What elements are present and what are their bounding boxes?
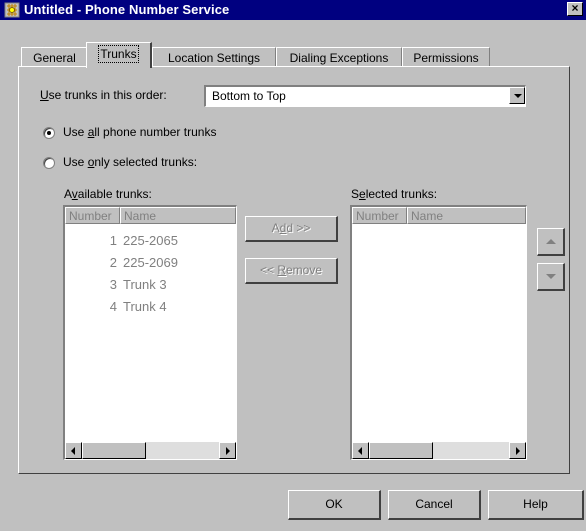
ok-button[interactable]: OK (288, 490, 381, 520)
tab-location-settings[interactable]: Location Settings (152, 47, 276, 67)
dropdown-button[interactable] (509, 87, 525, 104)
horizontal-scrollbar[interactable] (65, 442, 236, 459)
trunk-number: 2 (109, 255, 117, 270)
add-trunk-button[interactable]: Add >> (245, 216, 338, 242)
tab-label: Dialing Exceptions (289, 51, 389, 65)
radio-selected-dot (47, 131, 51, 135)
close-icon[interactable]: × (567, 2, 583, 16)
scroll-left-button[interactable] (65, 442, 82, 459)
window-title: Untitled - Phone Number Service (24, 2, 230, 17)
arrow-left-icon (71, 447, 75, 455)
list-item[interactable]: 4 Trunk 4 (65, 299, 236, 317)
move-down-button[interactable] (537, 263, 565, 291)
scroll-right-button[interactable] (219, 442, 236, 459)
help-button[interactable]: Help (488, 490, 584, 520)
column-header-number[interactable]: Number (65, 207, 120, 224)
tab-label: Permissions (413, 51, 479, 65)
tab-general[interactable]: General (21, 47, 88, 67)
tab-permissions[interactable]: Permissions (402, 47, 490, 67)
phone-service-icon (4, 2, 20, 18)
tab-label: Location Settings (167, 51, 261, 65)
trunk-number: 4 (109, 299, 117, 314)
remove-trunk-button[interactable]: << Remove (245, 258, 338, 284)
trunk-name: 225-2065 (123, 233, 178, 248)
trunk-order-label: Use trunks in this order: (40, 88, 167, 102)
list-item[interactable]: 3 Trunk 3 (65, 277, 236, 295)
available-trunks-label: Available trunks: (64, 187, 152, 201)
arrow-down-icon (546, 274, 556, 279)
arrow-right-icon (226, 447, 230, 455)
trunk-number: 1 (109, 233, 117, 248)
horizontal-scrollbar[interactable] (352, 442, 526, 459)
title-bar[interactable]: Untitled - Phone Number Service × (0, 0, 586, 20)
selected-trunks-label: Selected trunks: (351, 187, 438, 201)
use-selected-trunks-label[interactable]: Use only selected trunks: (63, 155, 197, 169)
trunk-number: 3 (109, 277, 117, 292)
tab-label: Trunks (98, 45, 139, 63)
scrollbar-thumb[interactable] (82, 442, 146, 459)
trunk-order-value: Bottom to Top (212, 89, 286, 103)
tab-dialing-exceptions[interactable]: Dialing Exceptions (276, 47, 402, 67)
scrollbar-thumb[interactable] (369, 442, 433, 459)
trunk-name: Trunk 3 (123, 277, 167, 292)
list-item[interactable]: 1 225-2065 (65, 233, 236, 251)
move-up-button[interactable] (537, 228, 565, 256)
column-header-name[interactable]: Name (407, 207, 526, 224)
column-header-number[interactable]: Number (352, 207, 407, 224)
trunk-name: 225-2069 (123, 255, 178, 270)
scroll-left-button[interactable] (352, 442, 369, 459)
trunk-order-select[interactable]: Bottom to Top (204, 85, 526, 107)
trunk-name: Trunk 4 (123, 299, 167, 314)
use-selected-trunks-radio[interactable] (43, 157, 55, 169)
selected-trunks-list[interactable]: Number Name (350, 205, 527, 460)
chevron-down-icon (514, 94, 522, 98)
arrow-right-icon (516, 447, 520, 455)
use-all-trunks-radio[interactable] (43, 127, 55, 139)
tab-label: General (33, 51, 76, 65)
list-item[interactable]: 2 225-2069 (65, 255, 236, 273)
cancel-button[interactable]: Cancel (388, 490, 481, 520)
arrow-left-icon (358, 447, 362, 455)
arrow-up-icon (546, 239, 556, 244)
use-all-trunks-label[interactable]: Use all phone number trunks (63, 125, 216, 139)
available-trunks-list[interactable]: Number Name 1 225-2065 2 225-2069 3 Trun… (63, 205, 237, 460)
column-header-name[interactable]: Name (120, 207, 236, 224)
tab-trunks[interactable]: Trunks (86, 42, 152, 68)
scroll-right-button[interactable] (509, 442, 526, 459)
